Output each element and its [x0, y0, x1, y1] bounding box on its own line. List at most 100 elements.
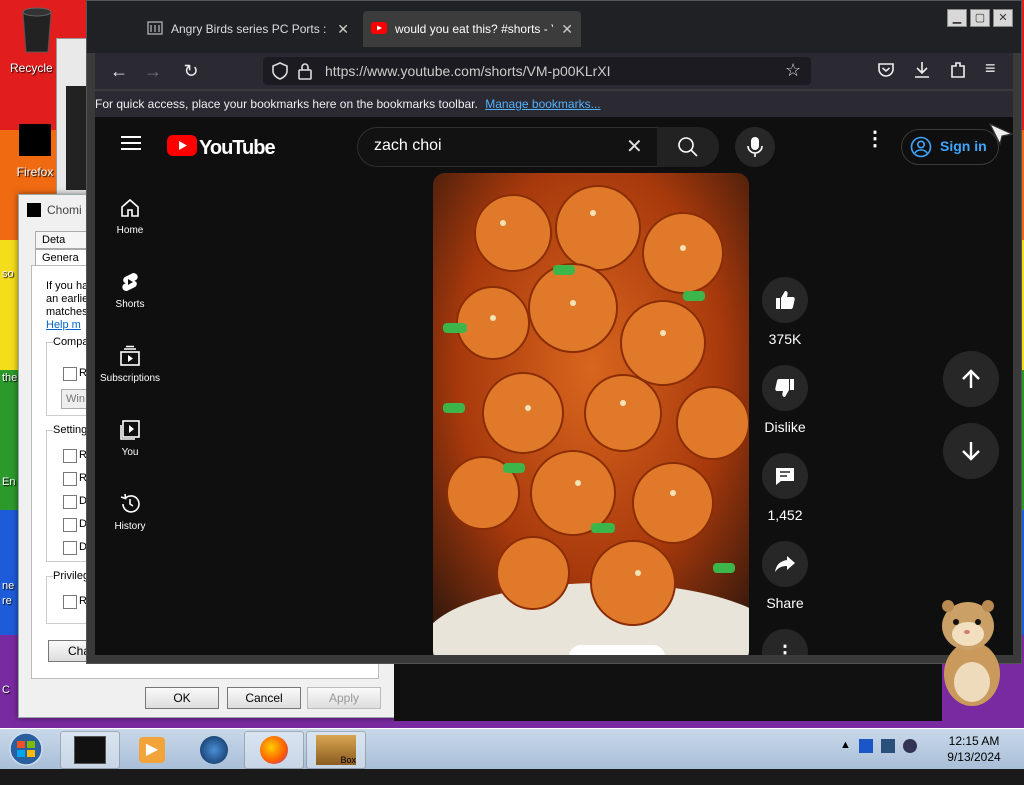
comments-button[interactable]: 1,452 — [760, 453, 810, 523]
search-input[interactable] — [372, 136, 616, 156]
taskbar-item-app[interactable] — [60, 731, 120, 769]
video-frame — [433, 173, 749, 655]
hamburger-menu-icon[interactable] — [121, 135, 141, 156]
pocket-icon[interactable] — [877, 61, 895, 84]
previous-short-button[interactable] — [943, 351, 999, 407]
voice-search-button[interactable] — [735, 127, 775, 167]
privilege-checkbox[interactable] — [63, 595, 77, 609]
tab-title: Angry Birds series PC Ports : Ro — [171, 22, 330, 36]
shorts-video-player[interactable] — [433, 173, 749, 655]
group-label: Compa — [53, 336, 89, 348]
sidebar-item-label: Subscriptions — [99, 373, 161, 384]
taskbar-item-media-player[interactable]: ▶ — [122, 731, 182, 769]
browser-tab-angry-birds[interactable]: Angry Birds series PC Ports : Ro ✕ — [139, 11, 357, 47]
lock-icon[interactable] — [297, 62, 313, 83]
dislike-button[interactable]: Dislike — [760, 365, 810, 435]
tray-app-icon[interactable] — [858, 739, 873, 753]
ok-button[interactable]: OK — [145, 687, 219, 709]
taskbar-item-firefox[interactable] — [244, 731, 304, 769]
youtube-icon — [371, 21, 387, 37]
cancel-button[interactable]: Cancel — [227, 687, 301, 709]
you-icon — [120, 420, 140, 440]
intro-line: If you ha — [46, 280, 89, 292]
back-arrow-icon[interactable]: ← — [107, 59, 131, 83]
compat-checkbox[interactable] — [63, 367, 77, 381]
box-label: Box — [340, 755, 356, 765]
arrow-up-icon — [962, 369, 980, 388]
maximize-button[interactable]: ▢ — [970, 9, 990, 27]
edge-text: ne — [2, 580, 15, 592]
windows-logo-icon — [9, 732, 43, 766]
close-window-button[interactable]: ✕ — [993, 9, 1013, 27]
youtube-page: YouTube Home Shorts Subscriptions You Hi… — [95, 117, 1013, 655]
comment-count: 1,452 — [767, 507, 803, 523]
close-tab-icon[interactable]: ✕ — [337, 21, 349, 38]
url-text: https://www.youtube.com/shorts/VM-p00KLr… — [325, 63, 611, 79]
network-icon[interactable] — [880, 739, 895, 753]
forward-arrow-icon[interactable]: → — [141, 59, 165, 83]
settings-checkbox[interactable] — [63, 541, 77, 555]
more-actions-button[interactable]: ⋮ — [760, 629, 810, 655]
sign-in-button[interactable]: Sign in — [901, 129, 999, 165]
button-label: Cancel — [245, 691, 283, 705]
archive-icon — [147, 20, 163, 39]
search-button[interactable] — [657, 127, 719, 167]
system-clock[interactable]: 12:15 AM 9/13/2024 — [936, 733, 1012, 765]
download-icon[interactable] — [913, 60, 931, 85]
sidebar-item-shorts[interactable]: Shorts — [95, 271, 165, 310]
app-icon — [27, 203, 41, 217]
youtube-logo[interactable]: YouTube — [167, 135, 276, 161]
sidebar-item-label: Shorts — [115, 299, 145, 310]
like-button[interactable]: 375K — [760, 277, 810, 347]
taskbar-item-globe[interactable] — [184, 731, 244, 769]
sidebar-item-label: Home — [116, 225, 144, 236]
media-player-icon: ▶ — [139, 737, 165, 763]
edge-text: C — [2, 684, 10, 696]
settings-checkbox[interactable] — [63, 449, 77, 463]
sidebar-item-you[interactable]: You — [95, 419, 165, 458]
menu-icon[interactable]: ≡ — [985, 58, 996, 79]
taskbar-item-box[interactable]: Box — [306, 731, 366, 769]
extensions-icon[interactable] — [949, 60, 967, 85]
next-short-button[interactable] — [943, 423, 999, 479]
tray-expand-icon[interactable]: ▲ — [840, 739, 851, 753]
sidebar-item-home[interactable]: Home — [95, 197, 165, 236]
system-tray: ▲ — [840, 739, 917, 753]
taskbar: ▶ Box ▲ 12:15 AM 9/13/2024 — [0, 728, 1024, 769]
settings-checkbox[interactable] — [63, 518, 77, 532]
shield-icon[interactable] — [271, 61, 289, 84]
navigation-bar: ← → ↻ https://www.youtube.com/shorts/VM-… — [95, 53, 1013, 89]
settings-checkbox[interactable] — [63, 472, 77, 486]
close-tab-icon[interactable]: ✕ — [561, 21, 573, 38]
volume-icon[interactable] — [902, 739, 917, 753]
reload-icon[interactable]: ↻ — [179, 59, 203, 83]
desktop-pet-hamster[interactable] — [938, 596, 1006, 713]
more-vertical-icon: ⋮ — [762, 629, 808, 655]
help-link[interactable]: Help m — [46, 319, 88, 332]
start-button[interactable] — [6, 731, 46, 767]
dialog-title: Chomi — [47, 203, 82, 217]
search-box[interactable]: ✕ — [357, 127, 659, 167]
apply-button[interactable]: Apply — [307, 687, 381, 709]
share-button[interactable]: Share — [760, 541, 810, 611]
tab-label: Deta — [42, 234, 66, 246]
manage-bookmarks-link[interactable]: Manage bookmarks... — [485, 97, 600, 111]
more-options-icon[interactable]: ⋮ — [865, 129, 885, 149]
search-icon — [678, 137, 698, 157]
background-window-bottom — [394, 662, 942, 721]
bookmarks-toolbar: For quick access, place your bookmarks h… — [95, 91, 1013, 117]
minimize-button[interactable]: ▁ — [947, 9, 967, 27]
sidebar-item-subscriptions[interactable]: Subscriptions — [95, 345, 165, 384]
globe-icon — [200, 736, 228, 764]
intro-line: matches — [46, 306, 88, 318]
sidebar-item-history[interactable]: History — [95, 493, 165, 532]
comment-icon — [762, 453, 808, 499]
clear-search-icon[interactable]: ✕ — [626, 134, 643, 159]
browser-tab-youtube[interactable]: would you eat this? #shorts - Y ✕ — [363, 11, 581, 47]
background-window-dark — [66, 86, 88, 190]
edge-text: so — [2, 268, 14, 280]
url-bar[interactable]: https://www.youtube.com/shorts/VM-p00KLr… — [263, 57, 811, 85]
bookmark-star-icon[interactable]: ☆ — [785, 60, 801, 81]
settings-checkbox[interactable] — [63, 495, 77, 509]
arrow-down-icon — [962, 442, 980, 461]
